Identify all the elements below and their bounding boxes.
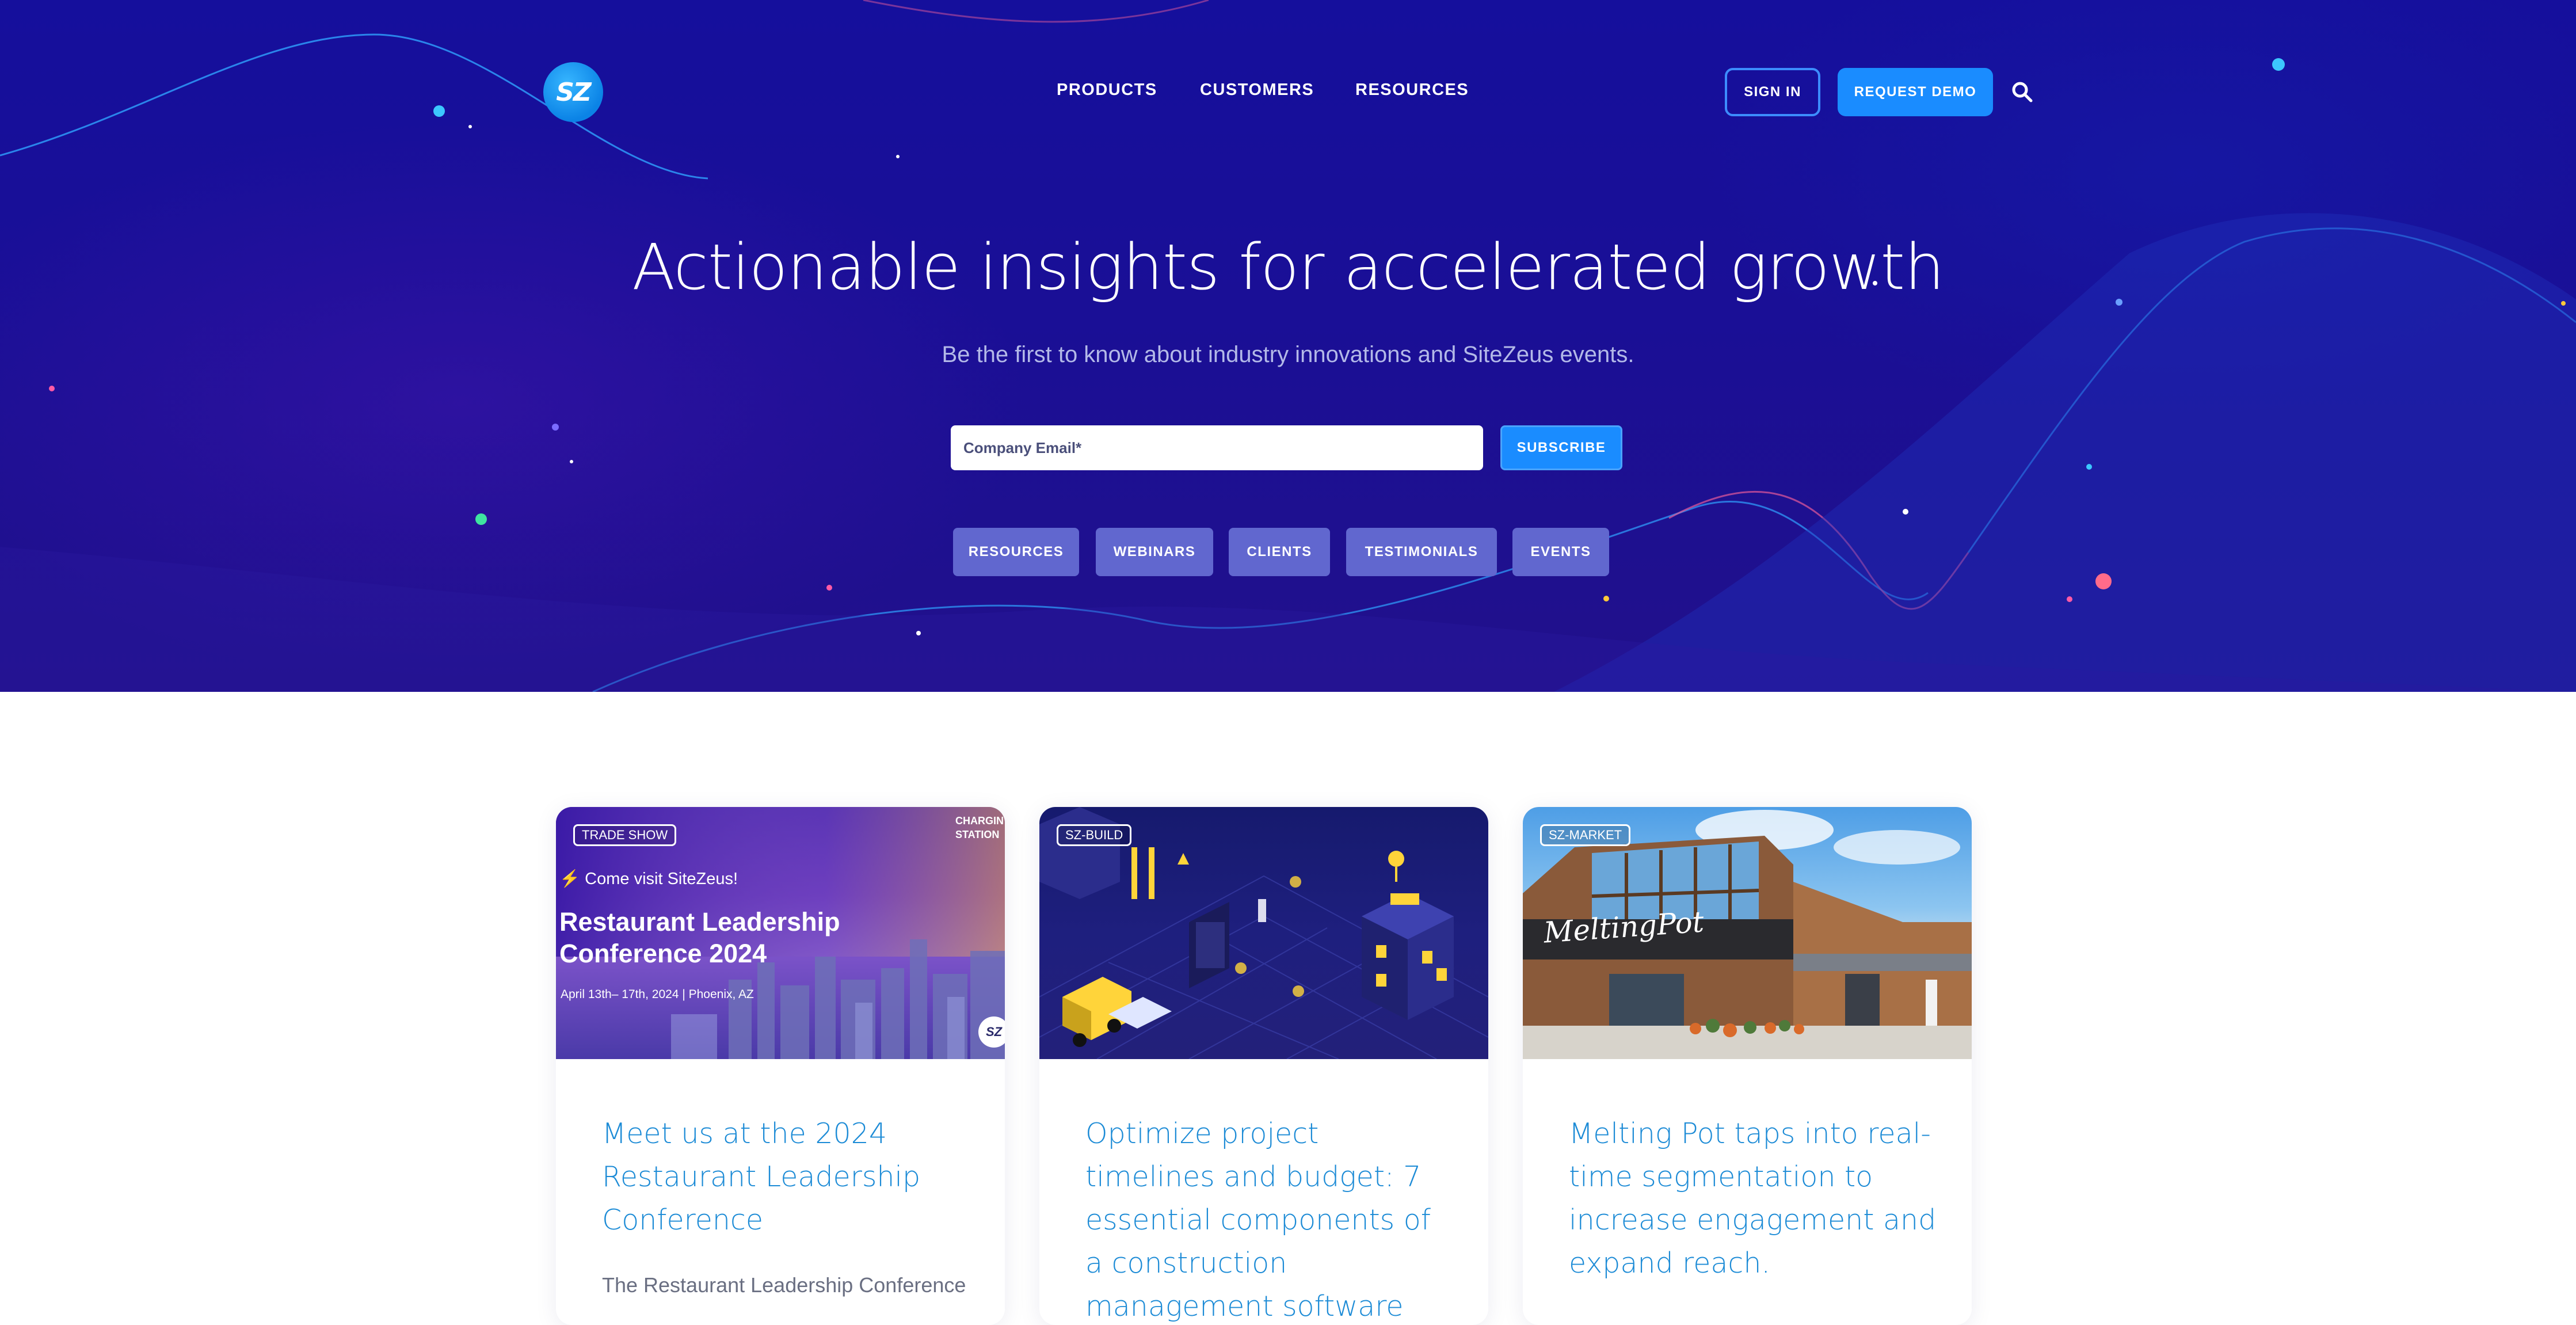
card-tag: TRADE SHOW [573, 824, 677, 846]
sz-badge-icon: SZ [978, 1016, 1005, 1048]
hero-section: SZ PRODUCTS CUSTOMERS RESOURCES SIGN IN … [0, 0, 2576, 692]
company-email-input[interactable] [951, 425, 1483, 470]
card-tag: SZ-BUILD [1057, 824, 1132, 846]
hero-title: Actionable insights for accelerated grow… [632, 230, 1945, 304]
article-card-rlc[interactable]: ⚡ Come visit SiteZeus! Restaurant Leader… [556, 807, 1005, 1325]
card-title[interactable]: Meet us at the 2024 Restaurant Leadershi… [602, 1112, 970, 1242]
nav-products[interactable]: PRODUCTS [1057, 81, 1157, 100]
subscribe-button[interactable]: SUBSCRIBE [1500, 425, 1622, 470]
card-title[interactable]: Optimize project timelines and budget: 7… [1085, 1112, 1454, 1325]
card-image-headline: Restaurant Leadership Conference 2024 [559, 906, 840, 969]
filter-webinars[interactable]: WEBINARS [1096, 528, 1213, 576]
card-image-corner-line1: CHARGIN [955, 815, 1004, 827]
card-image-kicker: ⚡ Come visit SiteZeus! [559, 869, 738, 889]
nav-resources[interactable]: RESOURCES [1355, 81, 1469, 100]
card-image-details: April 13th– 17th, 2024 | Phoenix, AZ [561, 988, 754, 1001]
request-demo-button[interactable]: REQUEST DEMO [1838, 68, 1993, 116]
search-icon[interactable] [2011, 81, 2034, 104]
filter-resources[interactable]: RESOURCES [953, 528, 1079, 576]
card-tag: SZ-MARKET [1540, 824, 1631, 846]
card-image-corner-text: CHARGIN STATION [955, 814, 1004, 842]
hero-subtitle: Be the first to know about industry inno… [942, 342, 1634, 367]
card-image-headline-line2: Conference 2024 [559, 939, 767, 968]
card-image-headline-line1: Restaurant Leadership [559, 907, 840, 936]
sitezeus-logo[interactable]: SZ [543, 62, 603, 122]
nav-customers[interactable]: CUSTOMERS [1200, 81, 1314, 100]
card-title[interactable]: Melting Pot taps into real-time segmenta… [1569, 1112, 1937, 1285]
card-image-corner-line2: STATION [955, 829, 1000, 840]
article-card-sz-market[interactable]: MeltingPot SZ-MARKET Melting Pot taps in… [1523, 807, 1972, 1325]
article-card-sz-build[interactable]: SZ-BUILD Optimize project timelines and … [1039, 807, 1488, 1325]
sign-in-button[interactable]: SIGN IN [1725, 68, 1820, 116]
lightning-icon: ⚡ [559, 870, 581, 888]
filter-testimonials[interactable]: TESTIMONIALS [1346, 528, 1497, 576]
card-excerpt: The Restaurant Leadership Conference [602, 1273, 966, 1297]
card-image-kicker-text: Come visit SiteZeus! [585, 870, 738, 888]
filter-clients[interactable]: CLIENTS [1229, 528, 1330, 576]
filter-events[interactable]: EVENTS [1512, 528, 1609, 576]
